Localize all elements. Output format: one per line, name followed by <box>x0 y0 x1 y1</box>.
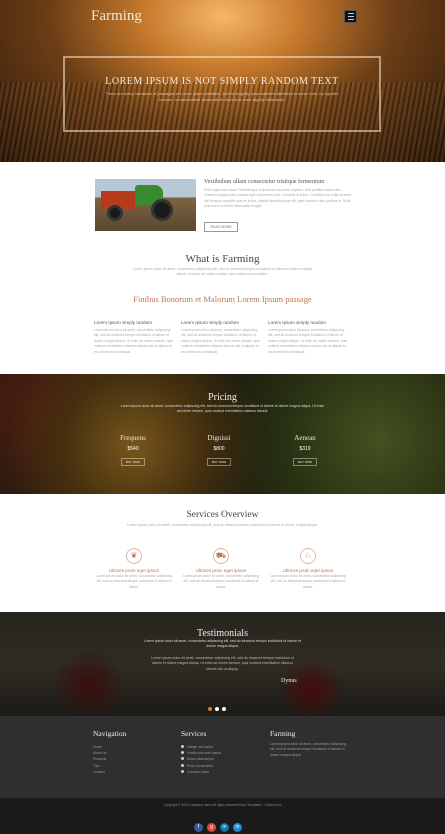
footer-services-title: Services <box>181 729 207 738</box>
buy-now-button[interactable]: BUY NOW <box>121 458 145 466</box>
feature-text: Lorem ipsum dolor sit amet, consectetur … <box>94 328 173 354</box>
services-title: Services Overview <box>186 510 259 520</box>
farmer-icon: ♘ <box>300 548 316 564</box>
what-is-farming-text: Lorem ipsum dolor sit amet, consectetur … <box>132 267 313 277</box>
bullet-icon <box>181 763 184 767</box>
feature-column: Lorem Ipsum simply random Lorem ipsum do… <box>94 320 176 355</box>
footer-farming: Farming Lorem ipsum dolor sit amet, cons… <box>270 729 350 758</box>
carousel-dot[interactable] <box>208 707 212 711</box>
footer-nav-link[interactable]: Contact <box>93 769 126 775</box>
about-text: Proin eget tortor risus. Pellentesque in… <box>204 188 352 209</box>
footer-navigation: Navigation Home About us Products Tips C… <box>93 729 126 775</box>
plan-name: Aenean <box>294 434 316 442</box>
footer-service-label: Vestibulum ante ipsum <box>187 751 222 756</box>
footer-service-label: Etiam ullamcorper <box>187 757 215 762</box>
google-plus-icon[interactable]: g <box>207 823 216 832</box>
about-title: Vestibulum ullam consectetur tristique f… <box>204 179 325 185</box>
menu-toggle-button[interactable] <box>344 10 357 23</box>
carousel-dot[interactable] <box>215 707 219 711</box>
footer-service-label: Proin consectetur <box>187 763 214 768</box>
footer-services: Services Integer vel auctor Vestibulum a… <box>181 729 221 775</box>
footer-service-label: Curabitur justo <box>187 769 210 774</box>
pricing-plan: Frequens $540 BUY NOW <box>103 434 163 466</box>
plan-price: $800 <box>213 446 225 452</box>
carousel-dot[interactable] <box>222 707 226 711</box>
tractor-icon: ⛟ <box>213 548 229 564</box>
carousel-dots <box>208 698 229 716</box>
service-title[interactable]: Ultrices proin eget ipsum <box>268 568 348 573</box>
testimonials-text: Lorem ipsum dolor sit amet, consectetur … <box>144 639 301 649</box>
social-links: f g in in <box>194 815 246 833</box>
buy-now-button[interactable]: BUY NOW <box>293 458 317 466</box>
plan-price: $319 <box>299 446 311 452</box>
service-item: ♘ Ultrices proin eget ipsum Lorem ipsum … <box>268 548 348 590</box>
feature-column: Lorem Ipsum simply random Lorem ipsum do… <box>181 320 263 355</box>
bullet-icon <box>181 751 184 755</box>
pricing-plan: Aenean $319 BUY NOW <box>275 434 335 466</box>
plan-name: Frequens <box>120 434 146 442</box>
tractor-image <box>95 179 196 231</box>
footer <box>0 716 445 798</box>
linkedin-alt-icon[interactable]: in <box>233 823 242 832</box>
footer-farming-title: Farming <box>270 729 296 738</box>
feature-text: Lorem ipsum dolor sit amet, consectetur … <box>181 328 260 354</box>
linkedin-icon[interactable]: in <box>220 823 229 832</box>
hero-banner: Farming LOREM IPSUM IS NOT SIMPLY RANDOM… <box>0 0 445 162</box>
finibus-title: Finibus Bonorum et Malorum Lorem Ipsum p… <box>133 294 312 304</box>
hero-title: LOREM IPSUM IS NOT SIMPLY RANDOM TEXT <box>105 76 339 87</box>
footer-nav-title: Navigation <box>93 729 127 738</box>
testimonial-quote: Lorem ipsum dolor sit amet, consectetur … <box>151 656 294 671</box>
footer-service-label: Integer vel auctor <box>187 745 214 749</box>
pricing-plan: Dignissi $800 BUY NOW <box>189 434 249 466</box>
services-text: Lorem ipsum dolor sit amet, consectetur … <box>127 523 318 527</box>
service-title[interactable]: Ultrices proin eget ipsum <box>181 568 261 573</box>
hero-text-box: LOREM IPSUM IS NOT SIMPLY RANDOM TEXT Th… <box>63 56 381 132</box>
site-logo[interactable]: Farming <box>91 8 142 25</box>
feature-title: Lorem Ipsum simply random <box>268 320 326 325</box>
bullet-icon <box>181 769 184 773</box>
bullet-icon <box>181 757 184 761</box>
plan-name: Dignissi <box>207 434 231 442</box>
feature-title: Lorem Ipsum simply random <box>181 320 239 325</box>
feature-column: Lorem Ipsum simply random Lorem ipsum do… <box>268 320 350 355</box>
plan-price: $540 <box>127 446 139 452</box>
service-text: Lorem ipsum dolor sit amet, consectetur … <box>182 574 260 589</box>
hero-text: There are many variations of passages of… <box>105 91 339 102</box>
buy-now-button[interactable]: BUY NOW <box>207 458 231 466</box>
pricing-title: Pricing <box>208 392 237 403</box>
pricing-text: Lorem ipsum dolor sit amet, consectetur … <box>120 404 325 414</box>
copyright-text: Copyright © 2015 Company name All rights… <box>163 803 282 807</box>
service-item: ⛟ Ultrices proin eget ipsum Lorem ipsum … <box>181 548 261 590</box>
feature-title: Lorem Ipsum simply random <box>94 320 152 325</box>
read-more-button[interactable]: READ MORE <box>204 222 238 232</box>
testimonials-title: Testimonials <box>197 628 248 639</box>
what-is-farming-title: What is Farming <box>185 253 260 265</box>
facebook-icon[interactable]: f <box>194 823 203 832</box>
feature-text: Lorem ipsum dolor sit amet, consectetur … <box>268 328 347 354</box>
service-text: Lorem ipsum dolor sit amet, consectetur … <box>269 574 347 589</box>
leaf-icon: ❦ <box>126 548 142 564</box>
service-item: ❦ Ultrices proin eget ipsum Lorem ipsum … <box>94 548 174 590</box>
service-text: Lorem ipsum dolor sit amet, consectetur … <box>95 574 173 589</box>
service-title[interactable]: Ultrices proin eget ipsum <box>94 568 174 573</box>
bullet-icon <box>181 745 184 748</box>
footer-service-link[interactable]: Curabitur justo <box>181 769 221 775</box>
testimonial-author: Dynus <box>281 678 297 684</box>
footer-farming-text: Lorem ipsum dolor sit amet, consectetur … <box>270 742 347 757</box>
